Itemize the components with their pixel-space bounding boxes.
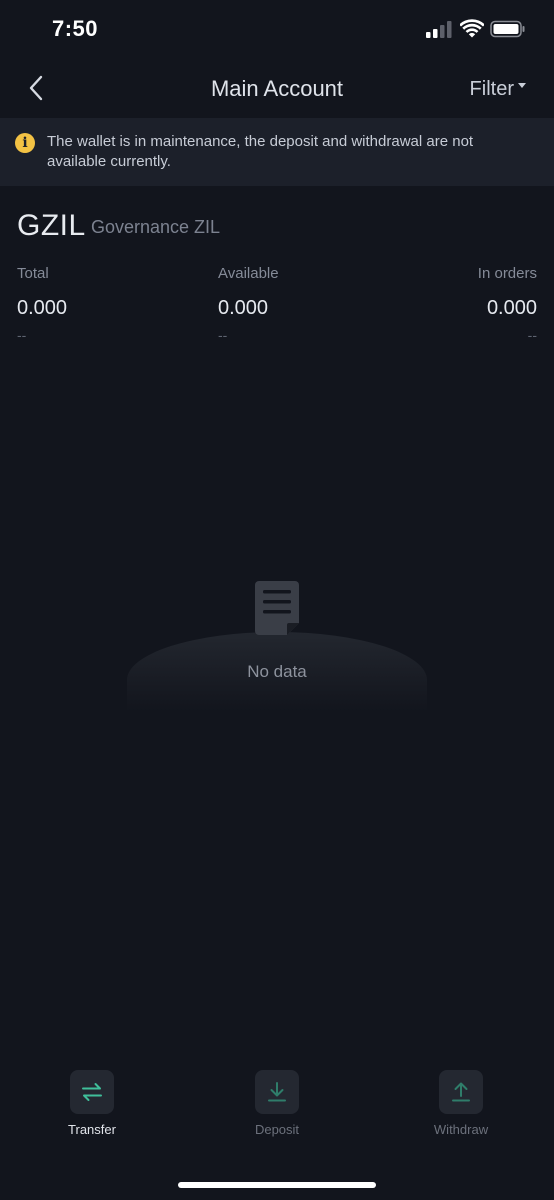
cellular-signal-icon bbox=[426, 21, 452, 38]
balance-available: Available 0.000 -- bbox=[218, 264, 279, 344]
deposit-label: Deposit bbox=[254, 1122, 300, 1137]
balance-sub: -- bbox=[527, 327, 537, 343]
balances: Total 0.000 -- Available 0.000 -- In ord… bbox=[0, 264, 554, 344]
filter-button[interactable]: Filter bbox=[470, 78, 526, 101]
maintenance-notice: i The wallet is in maintenance, the depo… bbox=[0, 118, 554, 186]
transfer-icon-box bbox=[70, 1070, 114, 1114]
asset-name: Governance ZIL bbox=[91, 217, 221, 237]
balance-label: In orders bbox=[477, 265, 537, 282]
header: Main Account Filter bbox=[0, 60, 554, 118]
document-icon bbox=[255, 581, 299, 635]
transfer-button[interactable]: Transfer bbox=[42, 1070, 142, 1137]
balance-label: Available bbox=[218, 265, 279, 282]
screen: 7:50 Main Account Filter i The wallet is… bbox=[0, 0, 554, 1200]
balance-value: 0.000 bbox=[486, 297, 537, 319]
asset-symbol: GZIL bbox=[17, 209, 86, 242]
download-icon bbox=[268, 1082, 286, 1102]
transfer-icon bbox=[82, 1083, 102, 1101]
wifi-icon bbox=[460, 19, 484, 38]
withdraw-label: Withdraw bbox=[433, 1122, 489, 1137]
info-icon: i bbox=[15, 133, 35, 153]
caret-down-icon bbox=[518, 83, 526, 88]
balance-value: 0.000 bbox=[17, 297, 68, 319]
battery-icon bbox=[490, 20, 525, 38]
balance-total: Total 0.000 -- bbox=[17, 264, 67, 344]
notice-text: The wallet is in maintenance, the deposi… bbox=[47, 133, 474, 170]
deposit-icon-box bbox=[255, 1070, 299, 1114]
upload-icon bbox=[452, 1082, 470, 1102]
balance-sub: -- bbox=[17, 327, 27, 343]
filter-label: Filter bbox=[469, 78, 514, 100]
status-time: 7:50 bbox=[52, 16, 99, 41]
home-indicator[interactable] bbox=[178, 1182, 376, 1188]
withdraw-icon-box bbox=[439, 1070, 483, 1114]
status-bar: 7:50 bbox=[0, 0, 554, 60]
no-data-text: No data bbox=[247, 662, 307, 681]
withdraw-button[interactable]: Withdraw bbox=[411, 1070, 511, 1137]
balance-value: 0.000 bbox=[218, 297, 269, 319]
deposit-button[interactable]: Deposit bbox=[227, 1070, 327, 1137]
balance-label: Total bbox=[17, 265, 49, 282]
empty-state: No data bbox=[0, 560, 554, 720]
bottom-action-bar: Transfer Deposit Withdraw bbox=[0, 1060, 554, 1150]
balance-sub: -- bbox=[218, 327, 228, 343]
transfer-label: Transfer bbox=[68, 1122, 116, 1137]
balance-in-orders: In orders 0.000 -- bbox=[478, 264, 537, 344]
